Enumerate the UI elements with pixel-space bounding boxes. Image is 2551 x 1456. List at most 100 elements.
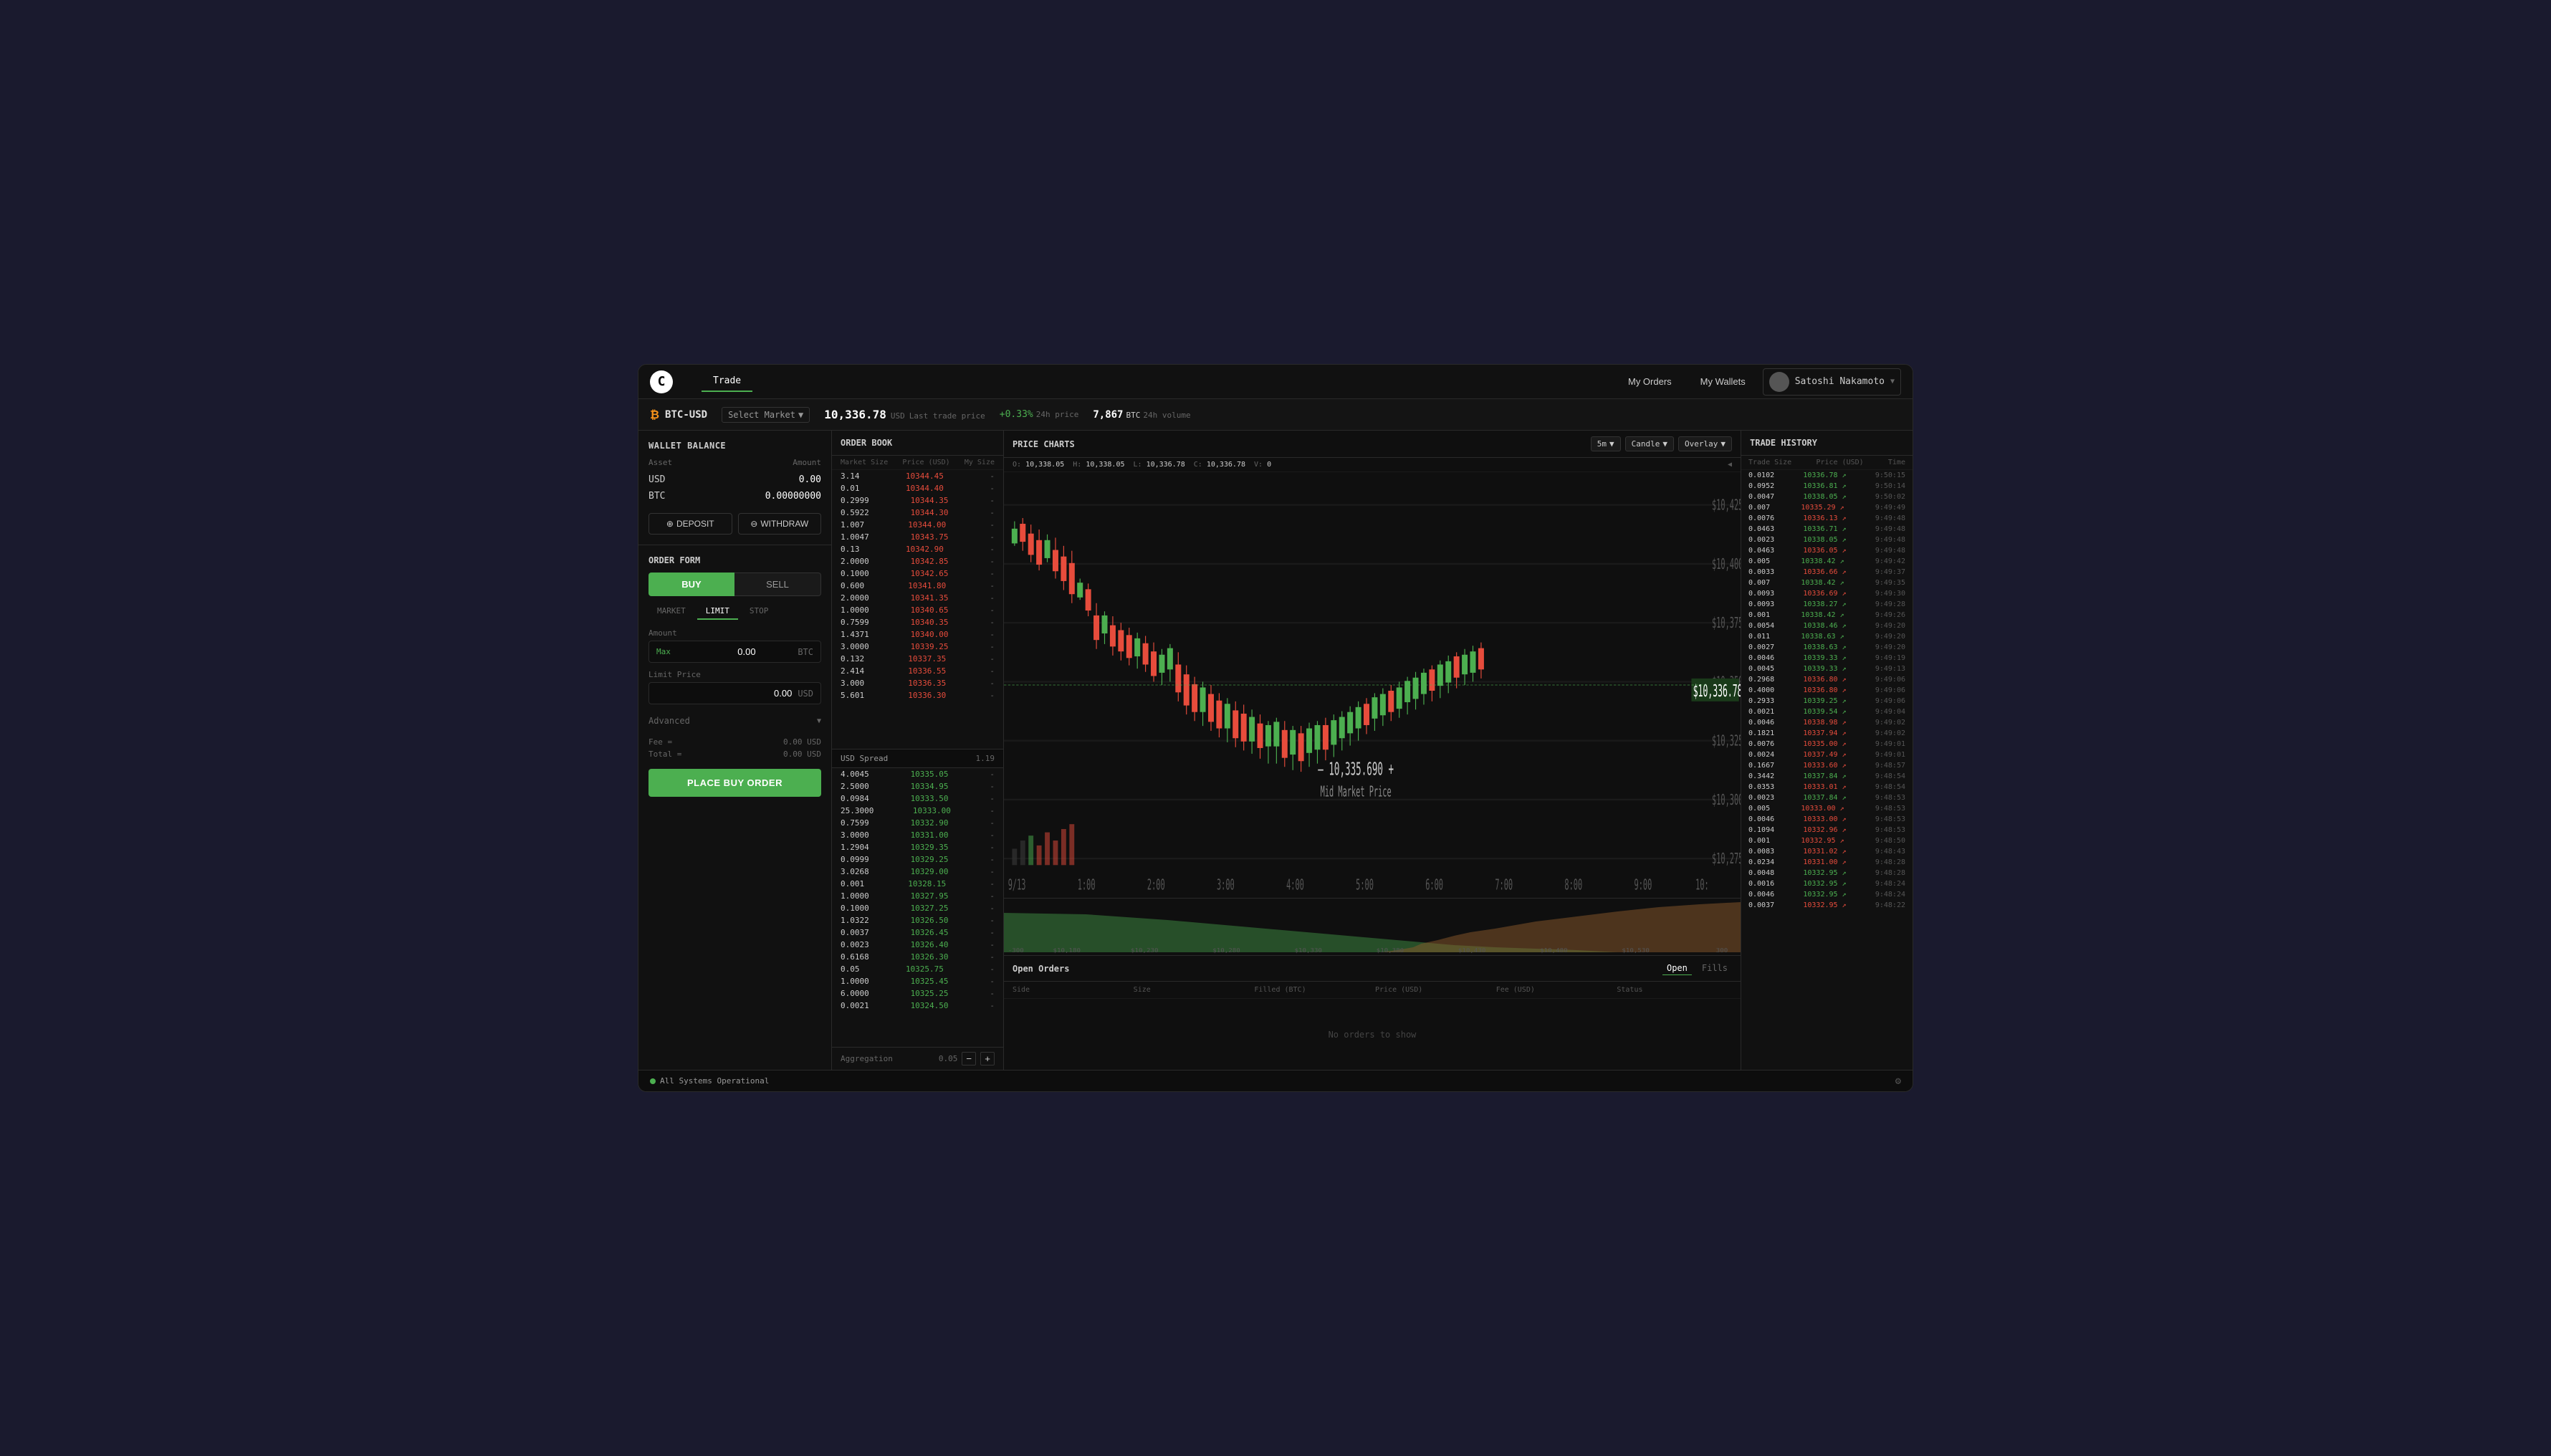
user-section[interactable]: Satoshi Nakamoto ▼	[1763, 368, 1901, 396]
list-item: 0.023410331.00 ↗9:48:28	[1741, 857, 1913, 868]
market-bar: ₿ BTC-USD Select Market ▼ 10,336.78 USD …	[638, 399, 1913, 431]
table-row[interactable]: 0.098410333.50-	[832, 792, 1003, 805]
table-row[interactable]: 1.032210326.50-	[832, 914, 1003, 926]
table-row[interactable]: 0.002310326.40-	[832, 939, 1003, 951]
candlestick-svg: $10,425 $10,400 $10,375 $10,350 $10,325 …	[1004, 472, 1741, 898]
svg-text:2:00: 2:00	[1147, 876, 1165, 894]
limit-type-tab[interactable]: LIMIT	[697, 603, 738, 620]
table-row[interactable]: 1.437110340.00-	[832, 628, 1003, 641]
total-value: 0.00 USD	[783, 749, 821, 759]
minus-circle-icon: ⊖	[750, 519, 757, 529]
price-currency: USD	[891, 411, 905, 421]
svg-text:9/13: 9/13	[1008, 876, 1026, 894]
total-row: Total = 0.00 USD	[648, 748, 821, 760]
my-wallets-button[interactable]: My Wallets	[1689, 372, 1757, 391]
sell-button[interactable]: SELL	[734, 573, 821, 596]
limit-price-input-wrapper[interactable]: USD	[648, 682, 821, 704]
table-row[interactable]: 4.004510335.05-	[832, 768, 1003, 780]
table-row[interactable]: 3.1410344.45-	[832, 470, 1003, 482]
table-row[interactable]: 0.13210337.35-	[832, 653, 1003, 665]
svg-text:$10,300: $10,300	[1712, 791, 1741, 808]
candlestick-chart[interactable]: $10,425 $10,400 $10,375 $10,350 $10,325 …	[1004, 472, 1741, 898]
table-row[interactable]: 3.000010339.25-	[832, 641, 1003, 653]
overlay-select[interactable]: Overlay ▼	[1678, 436, 1732, 451]
table-row[interactable]: 0.0510325.75-	[832, 963, 1003, 975]
avatar	[1769, 372, 1789, 392]
table-row[interactable]: 3.00010336.35-	[832, 677, 1003, 689]
market-type-tab[interactable]: MARKET	[648, 603, 694, 620]
svg-text:5:00: 5:00	[1356, 876, 1374, 894]
table-row[interactable]: 0.60010341.80-	[832, 580, 1003, 592]
svg-text:$10,375: $10,375	[1712, 614, 1741, 631]
deposit-button[interactable]: ⊕ DEPOSIT	[648, 513, 732, 535]
open-tab-open[interactable]: Open	[1662, 962, 1692, 975]
table-row[interactable]: 1.000010327.95-	[832, 890, 1003, 902]
table-row[interactable]: 0.003710326.45-	[832, 926, 1003, 939]
open-tab-fills[interactable]: Fills	[1698, 962, 1732, 975]
amount-unit: BTC	[798, 647, 813, 657]
ohlcv-o: O: 10,338.05	[1013, 461, 1064, 469]
stop-type-tab[interactable]: STOP	[741, 603, 777, 620]
aggregation-plus-button[interactable]: +	[980, 1052, 995, 1065]
nav-tab-trade[interactable]: Trade	[702, 371, 752, 392]
table-row[interactable]: 0.299910344.35-	[832, 494, 1003, 507]
table-row[interactable]: 0.759910332.90-	[832, 817, 1003, 829]
table-row[interactable]: 3.000010331.00-	[832, 829, 1003, 841]
spread-label: USD Spread	[841, 754, 888, 763]
table-row[interactable]: 0.1310342.90-	[832, 543, 1003, 555]
table-row[interactable]: 2.000010341.35-	[832, 592, 1003, 604]
table-row[interactable]: 2.41410336.55-	[832, 665, 1003, 677]
withdraw-button[interactable]: ⊖ WITHDRAW	[738, 513, 822, 535]
table-row[interactable]: 5.60110336.30-	[832, 689, 1003, 701]
table-row[interactable]: 1.004710343.75-	[832, 531, 1003, 543]
table-row[interactable]: 25.300010333.00-	[832, 805, 1003, 817]
market-select[interactable]: Select Market ▼	[722, 407, 810, 423]
charts-section: Price Charts 5m ▼ Candle ▼ Overlay ▼	[1004, 431, 1741, 1070]
chevron-down-icon: ▼	[1720, 439, 1726, 449]
ohlcv-h: H: 10,338.05	[1073, 461, 1124, 469]
table-row[interactable]: 3.026810329.00-	[832, 866, 1003, 878]
table-row[interactable]: 0.100010342.65-	[832, 567, 1003, 580]
table-row[interactable]: 0.100010327.25-	[832, 902, 1003, 914]
price-change: +0.33%	[1000, 409, 1033, 420]
table-row[interactable]: 1.000010340.65-	[832, 604, 1003, 616]
table-row[interactable]: 0.592210344.30-	[832, 507, 1003, 519]
table-row[interactable]: 0.00110328.15-	[832, 878, 1003, 890]
chart-type-select[interactable]: Candle ▼	[1625, 436, 1674, 451]
table-row[interactable]: 2.000010342.85-	[832, 555, 1003, 567]
status-bar: All Systems Operational ⚙	[638, 1070, 1913, 1091]
gear-icon[interactable]: ⚙	[1895, 1076, 1901, 1087]
svg-text:$10,180: $10,180	[1053, 947, 1081, 954]
aggregation-minus-button[interactable]: −	[962, 1052, 976, 1065]
usd-asset-row: USD 0.00	[648, 471, 821, 488]
table-row[interactable]: 1.00710344.00-	[832, 519, 1003, 531]
amount-input[interactable]	[713, 646, 756, 657]
table-row[interactable]: 1.000010325.45-	[832, 975, 1003, 987]
buy-button[interactable]: BUY	[648, 573, 734, 596]
timeframe-select[interactable]: 5m ▼	[1591, 436, 1621, 451]
table-row[interactable]: 2.500010334.95-	[832, 780, 1003, 792]
order-form-section: Order Form BUY SELL MARKET LIMIT STOP Am…	[638, 545, 831, 807]
ohlcv-l: L: 10,336.78	[1134, 461, 1185, 469]
advanced-toggle[interactable]: Advanced ▼	[648, 712, 821, 730]
my-orders-button[interactable]: My Orders	[1617, 372, 1683, 391]
svg-text:-300: -300	[1008, 947, 1024, 954]
table-row[interactable]: 0.002110324.50-	[832, 1000, 1003, 1012]
chart-prev-icon[interactable]: ◀	[1728, 461, 1732, 469]
table-row[interactable]: 0.759910340.35-	[832, 616, 1003, 628]
app-logo[interactable]: C	[650, 370, 673, 393]
table-row[interactable]: 6.000010325.25-	[832, 987, 1003, 1000]
table-row[interactable]: 0.0110344.40-	[832, 482, 1003, 494]
btc-label: BTC	[648, 491, 665, 502]
list-item: 0.004510339.33 ↗9:49:13	[1741, 664, 1913, 674]
amount-field: Amount Max BTC	[648, 628, 821, 663]
max-link[interactable]: Max	[656, 647, 671, 656]
amount-input-wrapper[interactable]: Max BTC	[648, 641, 821, 663]
list-item: 0.035310333.01 ↗9:48:54	[1741, 782, 1913, 792]
place-order-button[interactable]: PLACE BUY ORDER	[648, 769, 821, 797]
table-row[interactable]: 0.099910329.25-	[832, 853, 1003, 866]
table-row[interactable]: 1.290410329.35-	[832, 841, 1003, 853]
table-row[interactable]: 0.616810326.30-	[832, 951, 1003, 963]
limit-price-input[interactable]	[734, 688, 792, 699]
list-item: 0.00510338.42 ↗9:49:42	[1741, 556, 1913, 567]
